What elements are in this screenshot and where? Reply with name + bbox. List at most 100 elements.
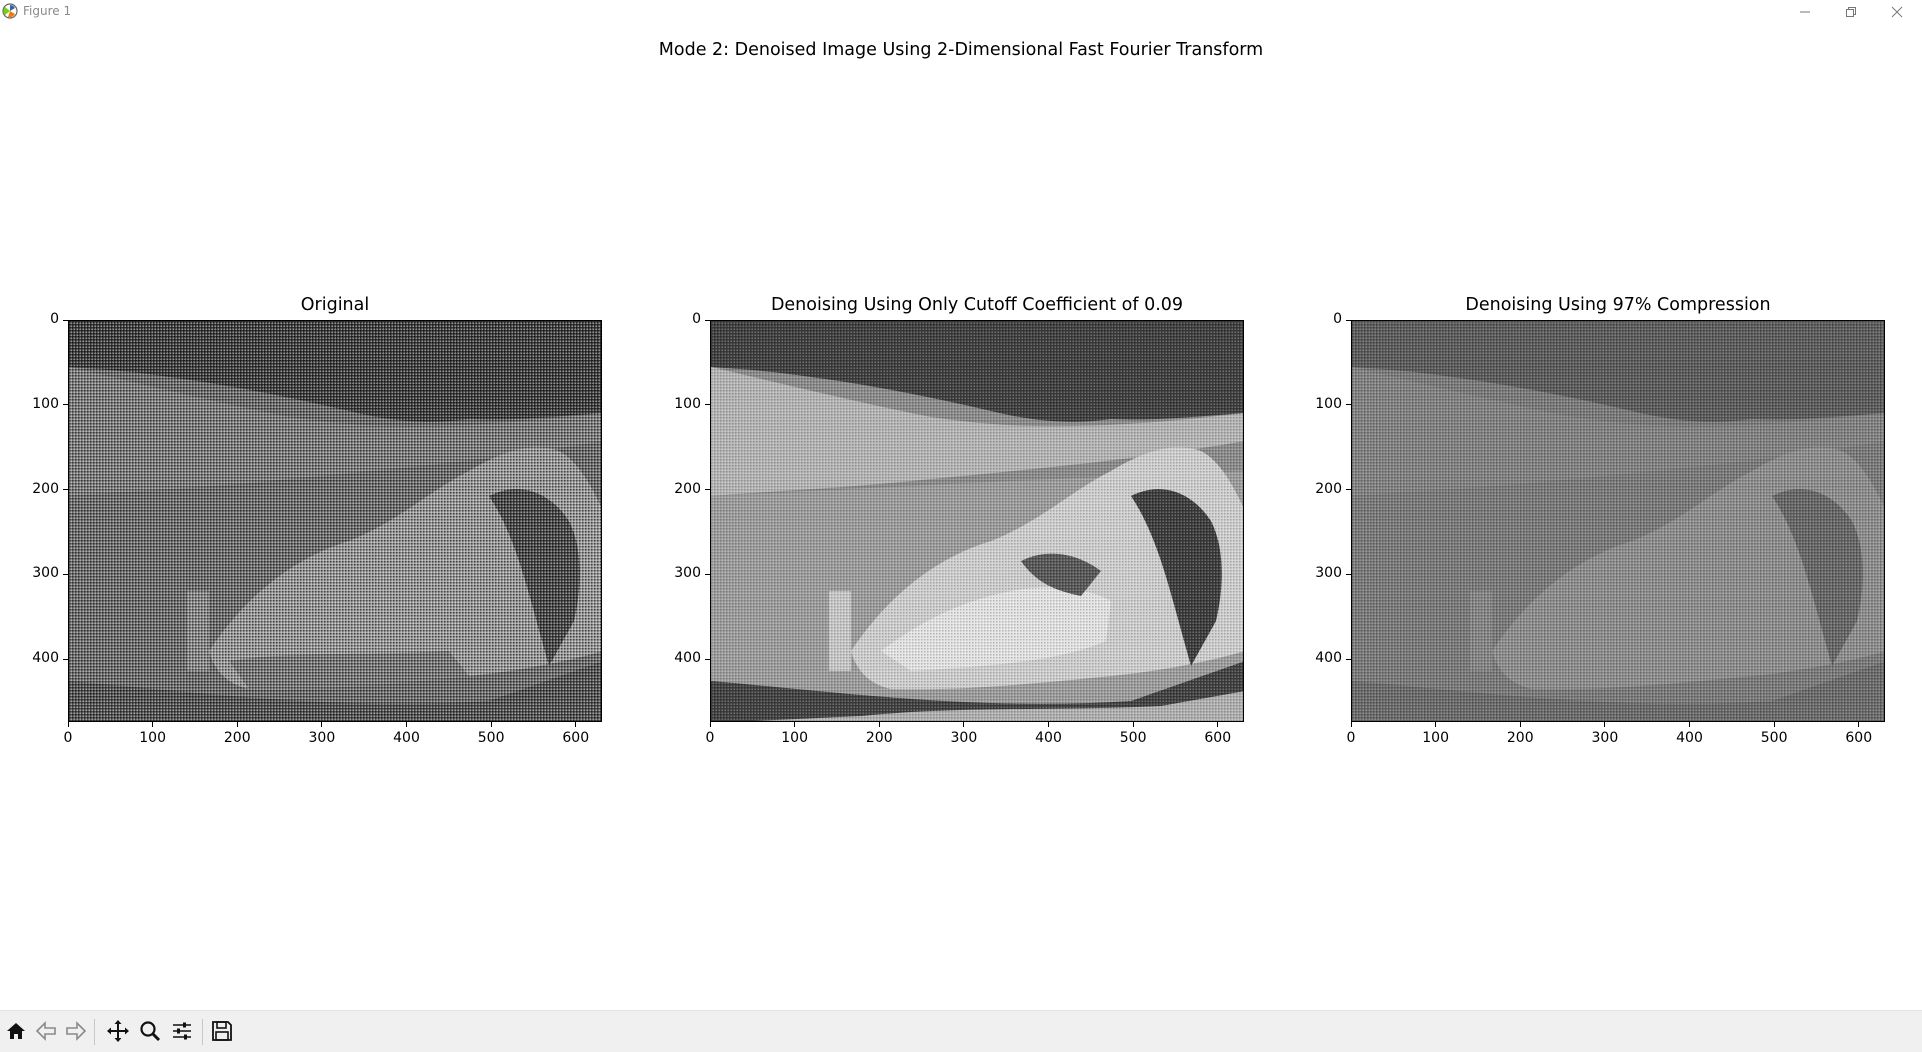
close-icon [1891, 6, 1903, 18]
x-tick [1048, 722, 1049, 727]
x-tick-label: 100 [139, 730, 166, 746]
forward-button[interactable] [62, 1017, 90, 1045]
x-tick [321, 722, 323, 727]
x-tick-label: 600 [1845, 730, 1873, 746]
x-tick [236, 722, 238, 727]
pan-button[interactable] [104, 1017, 132, 1045]
x-tick [490, 722, 492, 727]
back-icon [35, 1021, 56, 1041]
x-tick-label: 500 [477, 730, 505, 746]
x-tick [963, 722, 965, 727]
x-tick-label: 400 [393, 730, 420, 746]
y-tick-label: 0 [1333, 311, 1342, 327]
x-tick [878, 722, 880, 727]
x-tick [794, 722, 796, 727]
x-tick [1773, 722, 1775, 727]
home-button[interactable] [2, 1017, 30, 1045]
minimize-icon [1800, 11, 1810, 13]
x-tick [1689, 722, 1690, 727]
x-tick-label: 400 [1035, 730, 1062, 746]
y-tick [63, 658, 68, 660]
x-tick-label: 300 [1591, 730, 1619, 746]
toolbar-separator [94, 1019, 95, 1045]
y-tick [63, 404, 68, 406]
matplotlib-logo-icon [2, 3, 18, 19]
x-tick [709, 722, 711, 727]
configure-subplots-icon [173, 1022, 191, 1040]
y-tick [63, 573, 68, 575]
x-tick [152, 722, 154, 727]
zoom-icon [140, 1021, 161, 1042]
x-tick [1350, 722, 1352, 727]
back-button[interactable] [32, 1017, 60, 1045]
y-tick [705, 404, 710, 406]
y-tick [1346, 404, 1351, 406]
forward-icon [66, 1021, 87, 1041]
x-tick [1858, 722, 1860, 727]
figure-suptitle: Mode 2: Denoised Image Using 2-Dimension… [658, 40, 1264, 60]
y-tick-label: 0 [692, 311, 701, 327]
y-tick [1346, 658, 1351, 660]
x-tick-label: 300 [950, 730, 978, 746]
y-tick-label: 0 [50, 311, 59, 327]
y-tick-label: 400 [32, 650, 59, 667]
x-tick-label: 100 [781, 730, 808, 746]
y-tick [705, 573, 710, 575]
subplot-compression: Denoising Using 97% Compression 0 100 200 3… [1315, 292, 1885, 746]
y-tick-label: 300 [674, 565, 701, 582]
close-button[interactable] [1874, 0, 1920, 24]
y-tick-label: 400 [1315, 650, 1342, 667]
zoom-button[interactable] [136, 1017, 164, 1045]
x-tick-label: 200 [1506, 730, 1534, 746]
navigation-toolbar [0, 1010, 1922, 1052]
y-tick [705, 658, 710, 660]
y-tick [1346, 319, 1351, 321]
x-tick-label: 0 [63, 730, 73, 746]
figure-window: Figure 1 Mode 2: Denoised Image Using 2-… [0, 0, 1922, 1052]
subplot-title: Denoising Using Only Cutoff Coefficient … [770, 295, 1184, 315]
cutoff-denoised-image [711, 321, 1243, 721]
image-axes[interactable] [1351, 320, 1885, 722]
subplot-original: Original 0 100 200 300 400 500 600 0 100 200 300 40… [32, 292, 602, 746]
y-tick-label: 100 [674, 395, 701, 412]
y-tick-label: 200 [1315, 480, 1342, 497]
minimize-button[interactable] [1782, 0, 1828, 24]
x-tick [406, 722, 407, 727]
x-tick [1435, 722, 1437, 727]
x-tick [1217, 722, 1219, 727]
y-tick-label: 300 [1315, 565, 1342, 582]
x-tick-label: 0 [1346, 730, 1356, 746]
window-title: Figure 1 [23, 4, 72, 18]
y-tick [1346, 489, 1351, 491]
configure-subplots-button[interactable] [168, 1017, 196, 1045]
x-tick-label: 200 [223, 730, 251, 746]
image-axes[interactable] [68, 320, 602, 722]
compressed-denoised-image [1352, 321, 1884, 721]
x-tick-label: 600 [1204, 730, 1232, 746]
x-tick [67, 722, 69, 727]
y-tick-label: 100 [1315, 395, 1342, 412]
x-tick-label: 200 [865, 730, 893, 746]
x-tick [1519, 722, 1521, 727]
subplot-title: Denoising Using 97% Compression [1465, 295, 1771, 315]
x-tick [575, 722, 577, 727]
subplot-cutoff: Denoising Using Only Cutoff Coefficient … [674, 292, 1244, 746]
save-button[interactable] [208, 1017, 236, 1045]
x-tick-label: 100 [1422, 730, 1449, 746]
y-tick [705, 319, 710, 321]
x-tick-label: 600 [562, 730, 590, 746]
x-tick-label: 500 [1119, 730, 1147, 746]
original-image [69, 321, 601, 721]
image-axes[interactable] [710, 320, 1244, 722]
title-bar: Figure 1 [0, 0, 1922, 24]
home-icon [7, 1023, 25, 1039]
y-tick [63, 319, 68, 321]
pan-icon [107, 1020, 129, 1042]
x-tick [1604, 722, 1606, 727]
y-tick-label: 300 [32, 565, 59, 582]
save-icon [212, 1021, 232, 1041]
x-tick-label: 500 [1760, 730, 1788, 746]
restore-button[interactable] [1828, 0, 1874, 24]
y-tick [705, 489, 710, 491]
y-tick-label: 200 [32, 480, 59, 497]
